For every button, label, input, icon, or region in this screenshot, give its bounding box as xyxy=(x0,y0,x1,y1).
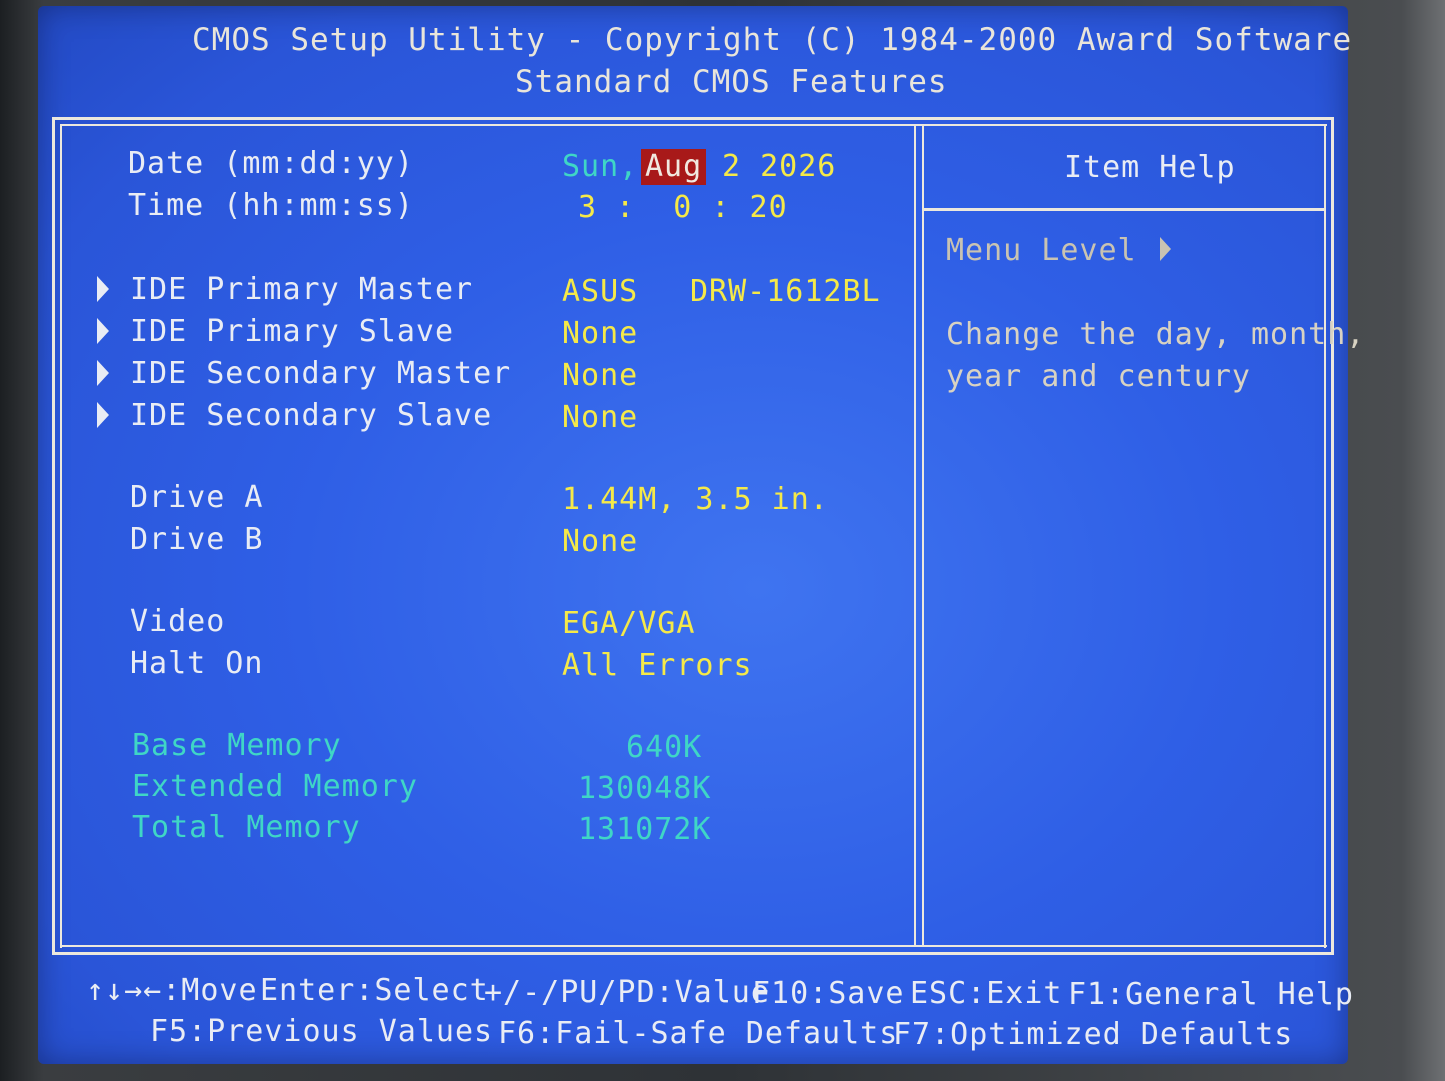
frame-outer-bottom xyxy=(52,952,1334,955)
extended-memory-value: 130048K xyxy=(578,771,712,806)
total-memory-label: Total Memory xyxy=(132,810,361,845)
footer-previous-values: F5:Previous Values xyxy=(150,1014,494,1049)
frame-outer-top xyxy=(52,117,1334,120)
video-label: Video xyxy=(130,604,226,639)
submenu-arrow-icon xyxy=(97,276,109,302)
drive-b-label: Drive B xyxy=(130,522,264,557)
time-label: Time (hh:mm:ss) xyxy=(128,188,414,223)
frame-outer-left xyxy=(52,117,55,955)
help-text-line2: year and century xyxy=(946,359,1251,394)
frame-inner-bottom xyxy=(60,945,1327,947)
video-value[interactable]: EGA/VGA xyxy=(562,606,695,642)
ide-secondary-slave-value: None xyxy=(562,400,639,435)
date-label: Date (mm:dd:yy) xyxy=(128,146,414,181)
drive-b-value[interactable]: None xyxy=(562,524,638,560)
base-memory-label: Base Memory xyxy=(132,728,342,763)
drive-a-label: Drive A xyxy=(130,480,264,515)
date-rest-value[interactable]: 2 2026 xyxy=(722,149,836,185)
menu-level-arrow-icon xyxy=(1160,237,1171,261)
footer-value: +/-/PU/PD:Value xyxy=(484,975,770,1010)
frame-inner-top xyxy=(60,124,1327,126)
help-text-line1: Change the day, month, xyxy=(946,317,1366,352)
frame-outer-right xyxy=(1331,117,1334,955)
footer-general-help: F1:General Help xyxy=(1068,977,1354,1012)
drive-a-value[interactable]: 1.44M, 3.5 in. xyxy=(562,482,829,518)
ide-secondary-slave-item[interactable]: IDE Secondary Slave xyxy=(130,398,492,434)
extended-memory-label: Extended Memory xyxy=(132,769,418,804)
footer-select: Enter:Select xyxy=(260,973,489,1008)
page-title: Standard CMOS Features xyxy=(515,64,948,100)
base-memory-value: 640K xyxy=(626,730,703,765)
frame-inner-left xyxy=(60,124,62,948)
ide-primary-master-vendor: ASUS xyxy=(562,274,639,309)
submenu-arrow-icon xyxy=(97,402,109,428)
menu-level-label: Menu Level xyxy=(946,233,1137,268)
submenu-arrow-icon xyxy=(97,360,109,386)
frame-inner-right xyxy=(1324,124,1326,948)
date-month-value[interactable]: Aug xyxy=(641,149,707,185)
ide-primary-master-item[interactable]: IDE Primary Master xyxy=(130,272,473,308)
ide-primary-slave-item[interactable]: IDE Primary Slave xyxy=(130,314,454,350)
halt-on-label: Halt On xyxy=(130,646,264,681)
bios-title: CMOS Setup Utility - Copyright (C) 1984-… xyxy=(192,22,1353,58)
time-value[interactable]: 3 : 0 : 20 xyxy=(578,190,788,226)
footer-optimized: F7:Optimized Defaults xyxy=(893,1017,1294,1052)
ide-primary-master-model: DRW-1612BL xyxy=(690,274,881,309)
ide-primary-slave-value: None xyxy=(562,316,639,351)
ide-secondary-master-value: None xyxy=(562,358,639,393)
footer-fail-safe: F6:Fail-Safe Defaults xyxy=(498,1016,899,1051)
footer-exit: ESC:Exit xyxy=(910,976,1063,1011)
halt-on-value[interactable]: All Errors xyxy=(562,648,753,684)
ide-secondary-master-item[interactable]: IDE Secondary Master xyxy=(130,356,511,392)
footer-move: ↑↓→←:Move xyxy=(86,973,258,1008)
help-header-divider xyxy=(924,208,1326,211)
item-help-title: Item Help xyxy=(1064,150,1236,185)
submenu-arrow-icon xyxy=(97,318,109,344)
date-day-value[interactable]: Sun, xyxy=(562,149,638,185)
footer-save: F10:Save xyxy=(752,976,905,1011)
panel-divider-inner xyxy=(922,124,924,947)
panel-divider xyxy=(914,124,916,947)
total-memory-value: 131072K xyxy=(578,812,712,847)
